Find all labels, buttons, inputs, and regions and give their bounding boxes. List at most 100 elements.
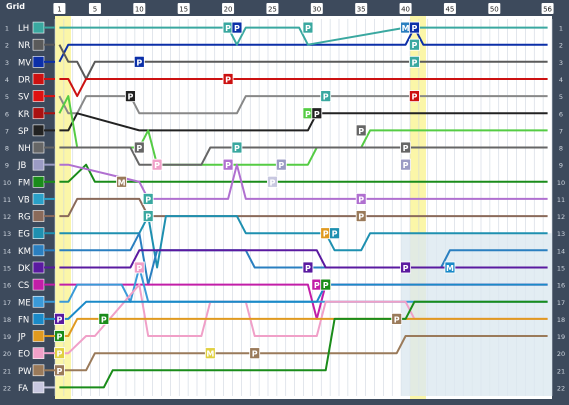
grid-position-number: 10 (3, 179, 11, 187)
pit-stop-marker-label: P (225, 24, 231, 33)
driver-code: JB (17, 161, 27, 171)
pit-stop-marker-label: P (252, 350, 258, 359)
driver-code: RG (18, 213, 31, 223)
race-position-chart: Grid 1 5 10 15 20 25 30 35 40 45 50 56 P P P M PPP PPPP P… (0, 0, 569, 405)
pit-stop-marker-label: P (323, 281, 329, 290)
pit-stop-marker-label: P (403, 264, 409, 273)
driver-code: DK (18, 264, 31, 274)
final-position-number: 15 (557, 264, 565, 272)
driver-code: PW (18, 367, 32, 377)
grid-position-number: 6 (5, 110, 9, 118)
pit-stop-marker-label: P (314, 110, 320, 119)
pit-stop-marker-label: M (402, 24, 410, 33)
right-column (552, 16, 569, 399)
pit-stop-marker-label: P (145, 195, 151, 204)
pit-stop-marker-label: P (403, 161, 409, 170)
final-position-number: 8 (559, 145, 563, 153)
pit-stop-marker-label: P (136, 58, 142, 67)
lap-tick-label: 45 (445, 6, 454, 14)
lap-tick-label: 1 (57, 6, 61, 14)
final-position-number: 11 (557, 196, 565, 204)
final-position-number: 17 (557, 299, 565, 307)
driver-color-swatch (32, 193, 45, 205)
final-position-number: 18 (557, 316, 565, 324)
driver-code: VB (18, 195, 30, 205)
pit-stop-marker-label: P (358, 127, 364, 136)
driver-code: FN (18, 315, 29, 325)
pit-stop-marker-label: P (57, 367, 63, 376)
final-position-number: 16 (557, 282, 565, 290)
grid-position-number: 22 (3, 384, 11, 392)
pit-stop-marker-label: P (57, 333, 63, 342)
final-position-number: 22 (557, 384, 565, 392)
pit-stop-marker-label: P (225, 161, 231, 170)
driver-color-swatch (32, 124, 45, 137)
driver-code: FM (18, 178, 30, 188)
pit-stop-marker-label: P (225, 75, 231, 84)
driver-code: NH (18, 144, 31, 154)
lap-tick-label: 35 (357, 6, 366, 14)
grid-position-number: 8 (5, 145, 9, 153)
grid-position-number: 17 (3, 299, 11, 307)
pit-stop-marker-label: P (332, 230, 338, 239)
driver-code: SP (18, 127, 29, 137)
final-position-number: 2 (559, 42, 563, 50)
pit-stop-marker-label: P (57, 315, 63, 324)
driver-code: CS (18, 281, 29, 291)
retired-zone (401, 233, 552, 396)
pit-stop-marker-label: P (145, 213, 151, 222)
pit-stop-marker-label: P (305, 110, 311, 119)
driver-color-swatch (32, 56, 45, 68)
grid-position-number: 14 (3, 247, 11, 255)
grid-position-number: 7 (5, 127, 9, 135)
grid-position-number: 2 (5, 42, 9, 50)
driver-code: FA (18, 384, 28, 394)
grid-position-number: 20 (3, 350, 11, 358)
pit-stop-marker-label: P (136, 264, 142, 273)
driver-color-swatch (32, 381, 45, 394)
final-position-number: 7 (559, 127, 563, 135)
pit-stop-marker-label: P (358, 213, 364, 222)
lap-tick-label: 56 (543, 6, 552, 14)
final-position-number: 10 (557, 179, 565, 187)
final-position-number: 6 (559, 110, 563, 118)
final-position-number: 3 (559, 59, 563, 67)
lap-tick-label: 25 (268, 6, 277, 14)
driver-code: ME (18, 298, 31, 308)
lap-tick-label: 30 (312, 6, 321, 14)
pit-stop-marker-label: P (278, 161, 284, 170)
pit-stop-marker-label: P (358, 195, 364, 204)
grid-position-number: 4 (5, 76, 9, 84)
driver-color-swatch (32, 21, 45, 34)
pit-stop-marker-label: P (305, 264, 311, 273)
driver-code: SV (18, 93, 29, 103)
pit-stop-marker-label: P (403, 144, 409, 153)
driver-color-swatch (32, 330, 45, 342)
lap-tick-label: 50 (490, 6, 499, 14)
driver-color-swatch (32, 175, 45, 188)
corner-label: Grid (6, 2, 25, 11)
driver-code: DR (18, 75, 31, 85)
final-position-number: 9 (559, 162, 563, 170)
pit-stop-marker-label: M (206, 350, 214, 359)
grid-position-number: 12 (3, 213, 11, 221)
final-position-number: 5 (559, 93, 563, 101)
final-position-number: 4 (559, 76, 563, 84)
driver-color-swatch (32, 278, 45, 291)
driver-color-swatch (32, 244, 45, 257)
pit-stop-marker-label: P (412, 93, 418, 102)
driver-color-swatch (32, 227, 45, 240)
pit-stop-marker-label: M (446, 264, 454, 273)
pit-stop-marker-label: P (394, 315, 400, 324)
header-bar (0, 0, 569, 16)
grid-position-number: 21 (3, 367, 11, 375)
pit-stop-marker-label: P (323, 93, 329, 102)
grid-position-number: 1 (5, 25, 9, 33)
pit-stop-marker-label: P (101, 315, 107, 324)
driver-color-swatch (32, 73, 45, 85)
pit-stop-marker-label: P (412, 58, 418, 67)
final-position-number: 13 (557, 230, 565, 238)
lap-tick-label: 10 (135, 6, 144, 14)
driver-code: MV (18, 58, 31, 68)
driver-color-swatch (32, 313, 45, 325)
